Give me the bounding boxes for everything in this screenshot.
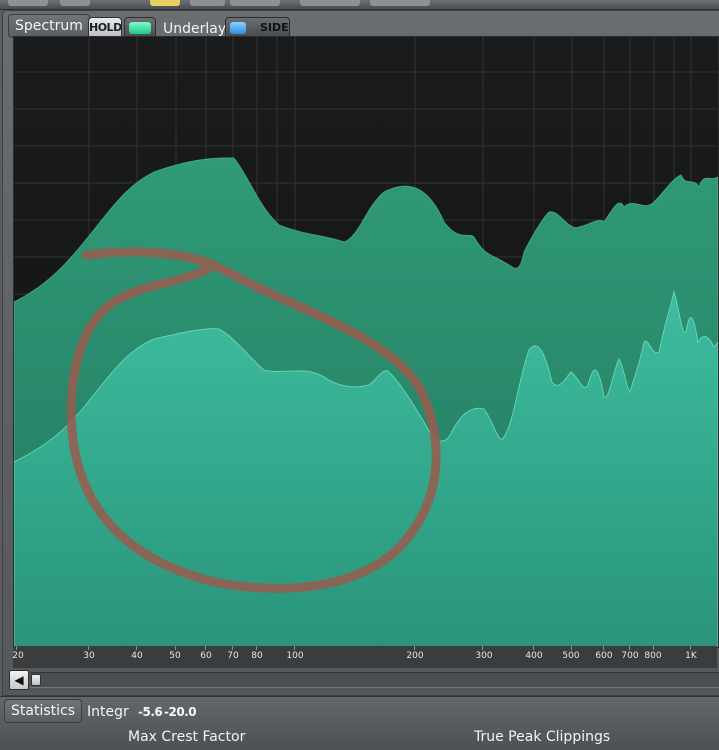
toolbar-tab[interactable] — [150, 0, 180, 6]
horizontal-scrollbar[interactable]: ◀ — [9, 670, 719, 690]
toolbar-tab[interactable] — [230, 0, 280, 6]
freq-tick-label: 500 — [562, 651, 580, 661]
freq-tick-label: 700 — [621, 651, 639, 661]
max-crest-factor-label: Max Crest Factor — [128, 729, 246, 745]
true-peak-clippings-label: True Peak Clippings — [474, 729, 611, 745]
toolbar-tab[interactable] — [370, 0, 430, 6]
freq-tick-label: 100 — [286, 651, 304, 661]
freq-tick-label: 600 — [595, 651, 613, 661]
integr-value-left: -5.6 — [138, 705, 163, 719]
freq-tick-label: 20 — [12, 651, 24, 661]
side-button-label: SIDE — [260, 21, 289, 34]
spectrum-tab[interactable]: Spectrum — [8, 14, 90, 38]
freq-tick-label: 30 — [83, 651, 95, 661]
statistics-panel: Statistics Integr -5.6 -20.0 Max Crest F… — [0, 696, 719, 750]
freq-tick-label: 80 — [251, 651, 263, 661]
toolbar-tab[interactable] — [8, 0, 48, 6]
hold-led-indicator — [129, 22, 151, 34]
spectrum-graph[interactable] — [13, 36, 719, 648]
freq-tick-label: 400 — [525, 651, 543, 661]
toolbar-tab[interactable] — [300, 0, 360, 6]
freq-tick-label: 800 — [644, 651, 662, 661]
arrow-left-icon[interactable]: ◀ — [9, 670, 29, 690]
toolbar-tab[interactable] — [60, 0, 90, 6]
statistics-tab[interactable]: Statistics — [4, 699, 82, 723]
frequency-axis: 20 30 40 50 60 70 80 100 200 300 400 500… — [12, 646, 717, 668]
freq-tick-label: 70 — [227, 651, 239, 661]
freq-tick-label: 1K — [685, 651, 697, 661]
scroll-thumb[interactable] — [31, 674, 41, 686]
freq-tick-label: 300 — [475, 651, 493, 661]
freq-tick-label: 200 — [406, 651, 424, 661]
side-led-indicator — [230, 22, 246, 34]
scroll-track[interactable] — [30, 672, 719, 688]
freq-tick-label: 40 — [131, 651, 143, 661]
freq-tick-label: 60 — [200, 651, 212, 661]
top-toolbar-strip — [0, 0, 719, 10]
toolbar-tab[interactable] — [190, 0, 225, 6]
integr-value-right: -20.0 — [164, 705, 197, 719]
freq-tick-label: 50 — [169, 651, 181, 661]
spectrum-plot — [14, 37, 718, 647]
integr-label: Integr — [87, 704, 129, 720]
